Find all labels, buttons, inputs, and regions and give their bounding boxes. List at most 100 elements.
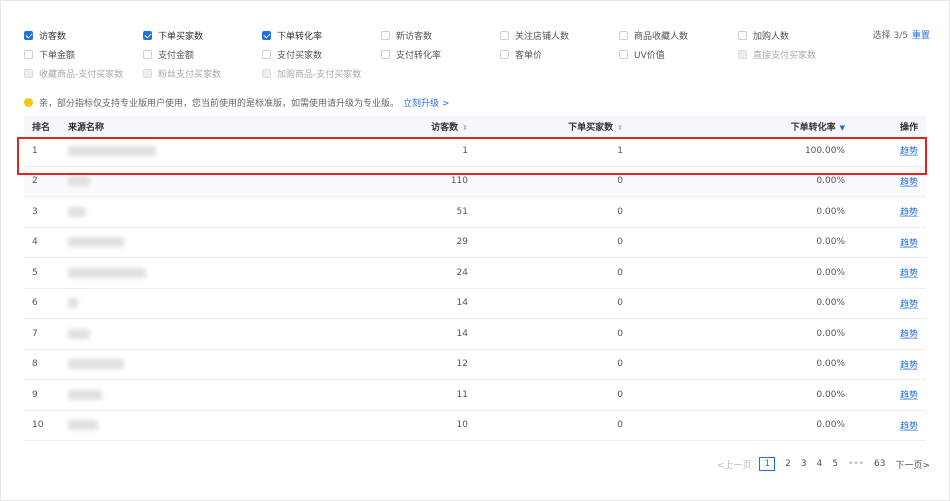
- rate-cell: 0.00%: [623, 257, 845, 289]
- source-name-cell: [68, 227, 368, 258]
- trend-link[interactable]: 趋势: [900, 422, 918, 432]
- trend-link[interactable]: 趋势: [900, 300, 918, 310]
- table-row: 2 110 0 0.00% 趋势: [24, 166, 926, 197]
- rank-cell: 5: [24, 257, 68, 289]
- buyers-cell: 0: [468, 288, 623, 319]
- header-rate[interactable]: 下单转化率 ▼: [623, 116, 845, 136]
- checkbox-icon[interactable]: [24, 49, 33, 59]
- trend-link[interactable]: 趋势: [900, 208, 918, 218]
- redacted-source-name: [68, 328, 90, 339]
- rate-cell: 0.00%: [623, 196, 845, 228]
- visitors-cell: 14: [368, 318, 468, 350]
- trend-link[interactable]: 趋势: [900, 330, 918, 340]
- checkbox-icon[interactable]: [619, 30, 628, 40]
- trend-link[interactable]: 趋势: [900, 361, 918, 371]
- buyers-cell: 0: [468, 257, 623, 289]
- metric-checkbox[interactable]: 下单金额: [24, 47, 75, 61]
- pagination: <上一页 1 2 3 4 5 ••• 63 下一页>: [707, 457, 930, 471]
- metric-label: 收藏商品-支付买家数: [39, 69, 124, 80]
- rank-cell: 1: [24, 136, 68, 167]
- page-2-button[interactable]: 2: [785, 459, 791, 469]
- visitors-cell: 24: [368, 257, 468, 289]
- sort-icon[interactable]: ⬍: [617, 124, 623, 132]
- header-buyers[interactable]: 下单买家数 ⬍: [468, 116, 623, 136]
- buyers-cell: 0: [468, 379, 623, 411]
- visitors-cell: 110: [368, 166, 468, 197]
- header-visitors[interactable]: 访客数 ⬍: [368, 116, 468, 136]
- page-1-button[interactable]: 1: [759, 457, 776, 471]
- trend-link[interactable]: 趋势: [900, 147, 918, 157]
- checkbox-icon[interactable]: [738, 30, 747, 40]
- metric-checkbox[interactable]: 新访客数: [381, 28, 432, 42]
- visitors-cell: 11: [368, 379, 468, 411]
- metric-checkbox[interactable]: 客单价: [500, 47, 542, 61]
- checkbox-icon[interactable]: [262, 30, 271, 40]
- checkbox-icon[interactable]: [143, 30, 152, 40]
- redacted-source-name: [68, 420, 98, 430]
- buyers-cell: 0: [468, 349, 623, 380]
- op-cell: 趋势: [845, 379, 926, 411]
- source-name-cell: [68, 196, 368, 228]
- upgrade-link[interactable]: 立刻升级 >: [403, 96, 449, 109]
- trend-link[interactable]: 趋势: [900, 269, 918, 279]
- page-3-button[interactable]: 3: [801, 459, 807, 469]
- table-row: 3 51 0 0.00% 趋势: [24, 196, 926, 228]
- visitors-cell: 1: [368, 136, 468, 167]
- metric-label: 关注店铺人数: [515, 31, 570, 42]
- metric-checkbox[interactable]: 关注店铺人数: [500, 28, 569, 42]
- page-last-button[interactable]: 63: [874, 459, 885, 469]
- metric-checkbox[interactable]: 下单转化率: [262, 28, 322, 42]
- metric-checkbox[interactable]: 支付金额: [143, 47, 194, 61]
- buyers-cell: 1: [468, 136, 623, 167]
- trend-link[interactable]: 趋势: [900, 178, 918, 188]
- header-rate-label: 下单转化率: [790, 122, 836, 133]
- sort-desc-icon[interactable]: ▼: [840, 124, 845, 132]
- metric-label: UV价值: [634, 50, 665, 61]
- checkbox-icon[interactable]: [143, 49, 152, 59]
- trend-link[interactable]: 趋势: [900, 391, 918, 401]
- warning-dot-icon: [24, 98, 33, 107]
- checkbox-icon[interactable]: [381, 30, 390, 40]
- sort-icon[interactable]: ⬍: [462, 124, 468, 132]
- checkbox-icon: [738, 49, 747, 59]
- source-name-cell: [68, 410, 368, 441]
- checkbox-icon[interactable]: [500, 49, 509, 59]
- metric-checkbox[interactable]: 支付转化率: [381, 47, 441, 61]
- checkbox-icon[interactable]: [381, 49, 390, 59]
- page-5-button[interactable]: 5: [832, 459, 838, 469]
- metric-checkbox[interactable]: 支付买家数: [262, 47, 322, 61]
- checkbox-icon[interactable]: [619, 49, 628, 59]
- metric-checkbox[interactable]: UV价值: [619, 47, 665, 61]
- metric-checkbox[interactable]: 商品收藏人数: [619, 28, 688, 42]
- trend-link[interactable]: 趋势: [900, 239, 918, 249]
- rank-cell: 3: [24, 196, 68, 228]
- page-4-button[interactable]: 4: [817, 459, 823, 469]
- rank-cell: 6: [24, 288, 68, 319]
- metric-checkbox[interactable]: 加购人数: [738, 28, 789, 42]
- rate-cell: 0.00%: [623, 288, 845, 319]
- redacted-source-name: [68, 298, 78, 308]
- source-name-cell: [68, 379, 368, 411]
- op-cell: 趋势: [845, 349, 926, 380]
- op-cell: 趋势: [845, 227, 926, 258]
- redacted-source-name: [68, 145, 156, 156]
- metric-checkbox[interactable]: 访客数: [24, 28, 66, 42]
- buyers-cell: 0: [468, 227, 623, 258]
- visitors-cell: 29: [368, 227, 468, 258]
- checkbox-icon[interactable]: [24, 30, 33, 40]
- notice-text: 亲，部分指标仅支持专业版用户使用，您当前使用的是标准版，如需使用请升级为专业版。: [39, 99, 400, 109]
- reset-link[interactable]: 重置: [912, 31, 930, 41]
- metric-checkbox[interactable]: 下单买家数: [143, 28, 203, 42]
- source-name-cell: [68, 136, 368, 167]
- rate-cell: 0.00%: [623, 379, 845, 411]
- checkbox-icon[interactable]: [262, 49, 271, 59]
- redacted-source-name: [68, 176, 90, 186]
- metric-label: 支付买家数: [277, 50, 323, 61]
- metric-label: 下单买家数: [158, 31, 204, 42]
- checkbox-icon: [262, 68, 271, 78]
- buyers-cell: 0: [468, 166, 623, 197]
- metric-label: 支付金额: [158, 50, 195, 61]
- next-page-button[interactable]: 下一页>: [895, 458, 930, 471]
- checkbox-icon[interactable]: [500, 30, 509, 40]
- prev-page-button[interactable]: <上一页: [717, 458, 752, 471]
